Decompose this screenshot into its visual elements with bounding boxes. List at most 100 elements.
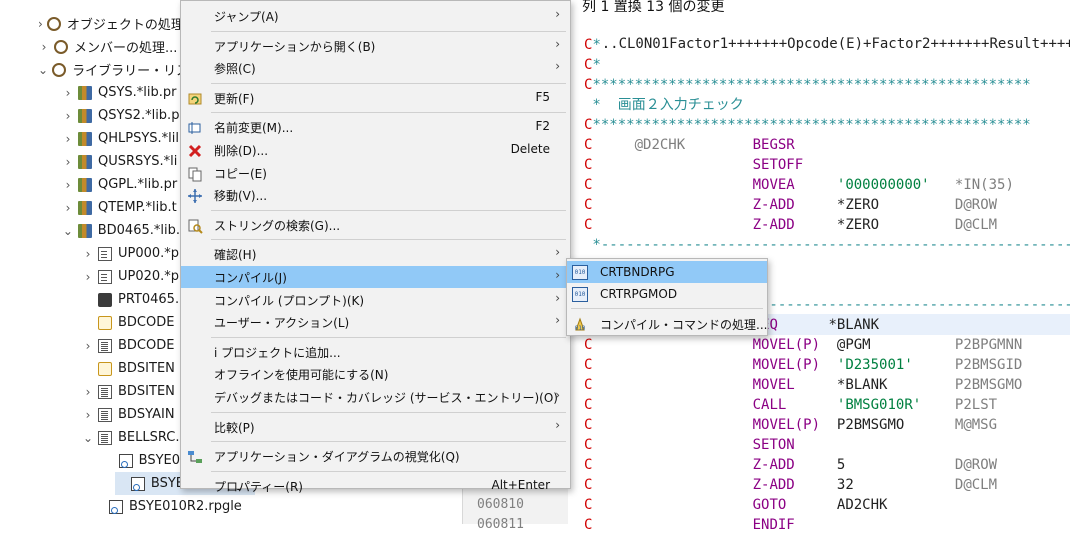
- menu-add-to-iproject[interactable]: i プロジェクトに追加...: [181, 341, 570, 363]
- code-line[interactable]: C Z-ADD *ZERO D@CLM: [584, 215, 997, 235]
- menu-properties[interactable]: プロパティー(R) Alt+Enter: [181, 475, 570, 497]
- expand-toggle-icon[interactable]: ›: [82, 385, 94, 399]
- menu-make-offline[interactable]: オフラインを使用可能にする(N): [181, 363, 570, 385]
- tree-item-label: BDCODE: [118, 338, 175, 353]
- tree-item-label: BD0465.*lib.: [97, 223, 180, 238]
- collapse-toggle-icon[interactable]: ⌄: [62, 224, 74, 238]
- expand-toggle-icon[interactable]: ›: [38, 40, 50, 54]
- code-line[interactable]: C MOVEL(P) @PGM P2BPGMNN: [584, 335, 1022, 355]
- code-line[interactable]: *---------------------------------------…: [584, 235, 1070, 255]
- submenu-item[interactable]: 010 コンパイル・コマンドの処理...: [567, 312, 767, 334]
- code-line[interactable]: C SETOFF: [584, 155, 803, 175]
- code-line[interactable]: C*: [584, 55, 601, 75]
- tree-item[interactable]: BSYE010R2.rpgle: [105, 495, 242, 518]
- collapse-toggle-icon[interactable]: ⌄: [38, 63, 48, 77]
- menu-move[interactable]: 移動(V)...: [181, 184, 570, 206]
- expand-toggle-icon[interactable]: ›: [82, 408, 94, 422]
- menu-open-with[interactable]: アプリケーションから開く(B) ›: [181, 35, 570, 57]
- expand-toggle-icon[interactable]: ›: [62, 178, 74, 192]
- tree-item[interactable]: › UP000.*p: [82, 242, 180, 265]
- tree-item[interactable]: PRT0465.: [82, 288, 180, 311]
- expand-toggle-icon[interactable]: ›: [82, 247, 94, 261]
- expand-toggle-icon[interactable]: ›: [82, 339, 94, 353]
- expand-toggle-icon[interactable]: ›: [62, 132, 74, 146]
- code-line[interactable]: C*: [584, 35, 601, 55]
- menu-visualize-diagram[interactable]: アプリケーション・ダイアグラムの視覚化(Q): [181, 445, 570, 467]
- code-token: ENDIF: [752, 517, 795, 533]
- tree-item[interactable]: ⌄ BD0465.*lib.: [62, 219, 180, 242]
- submenu-item[interactable]: 010 CRTBNDRPG: [567, 261, 767, 283]
- menu-user-actions[interactable]: ユーザー・アクション(L) ›: [181, 311, 570, 333]
- menu-refresh[interactable]: 更新(F) F5: [181, 87, 570, 109]
- code-line[interactable]: C GOTO AD2CHK: [584, 495, 887, 515]
- menu-browse[interactable]: 参照(C) ›: [181, 57, 570, 79]
- tree-item[interactable]: › QSYS.*lib.pr: [62, 81, 180, 104]
- menu-item-label: 更新(F): [214, 91, 255, 106]
- code-line[interactable]: C***************************************…: [584, 75, 1031, 95]
- submenu-item[interactable]: 010 CRTRPGMOD: [567, 283, 767, 305]
- menu-item-label: 参照(C): [214, 62, 256, 77]
- code-line[interactable]: C Z-ADD 5 D@ROW: [584, 455, 997, 475]
- tree-item[interactable]: › メンバーの処理...: [38, 35, 180, 58]
- menu-find-string[interactable]: ストリングの検索(G)...: [181, 214, 570, 236]
- expand-toggle-icon[interactable]: ›: [62, 201, 74, 215]
- expand-toggle-icon[interactable]: ›: [62, 109, 74, 123]
- source-file-icon: [98, 430, 112, 445]
- refresh-icon: [187, 91, 203, 107]
- code-line[interactable]: C ENDIF: [584, 515, 795, 535]
- tree-item[interactable]: › UP020.*p: [82, 265, 180, 288]
- menu-compile-prompt[interactable]: コンパイル (プロンプト)(K) ›: [181, 289, 570, 311]
- menu-copy[interactable]: コピー(E): [181, 162, 570, 184]
- context-menu[interactable]: ジャンプ(A) › アプリケーションから開く(B) › 参照(C) › 更新(F) F5 名前変…: [180, 0, 571, 494]
- code-line[interactable]: C MOVEL(P) 'D235001' P2BMSGID: [584, 355, 1022, 375]
- code-line[interactable]: C Z-ADD 32 D@CLM: [584, 475, 997, 495]
- tree-item-label: BDSYAIN: [118, 407, 175, 422]
- tree-item[interactable]: › QTEMP.*lib.t: [62, 196, 180, 219]
- tree-item[interactable]: ⌄ BELLSRC.: [82, 426, 180, 449]
- code-line[interactable]: C***************************************…: [584, 115, 1031, 135]
- expand-toggle-icon[interactable]: ›: [38, 17, 43, 31]
- menu-verify[interactable]: 確認(H) ›: [181, 243, 570, 265]
- expand-toggle-icon[interactable]: ›: [62, 155, 74, 169]
- tree-item[interactable]: BSYE0: [105, 449, 180, 472]
- menu-jump[interactable]: ジャンプ(A) ›: [181, 5, 570, 27]
- menu-delete[interactable]: 削除(D)... Delete: [181, 139, 570, 161]
- tree-item[interactable]: › オブジェクトの処理: [38, 12, 184, 35]
- source-file-icon: [98, 407, 112, 422]
- collapse-toggle-icon[interactable]: ⌄: [82, 431, 94, 445]
- code-token: '000000000': [836, 177, 930, 193]
- tree-item[interactable]: › QUSRSYS.*li: [62, 150, 180, 173]
- expand-toggle-icon[interactable]: ›: [82, 270, 94, 284]
- code-line[interactable]: * 画面２入力チェック: [584, 95, 744, 115]
- tree-item[interactable]: › QGPL.*lib.pr: [62, 173, 180, 196]
- diagram-icon: [187, 449, 203, 465]
- tree-item[interactable]: BDSITEN: [82, 357, 180, 380]
- library-icon: [78, 108, 92, 123]
- expand-toggle-icon[interactable]: ›: [62, 86, 74, 100]
- tree-item[interactable]: › QSYS2.*lib.p: [62, 104, 180, 127]
- code-line[interactable]: C MOVEA '000000000' *IN(35): [584, 175, 1014, 195]
- code-token: * 画面２入力チェック: [584, 97, 744, 113]
- tree-item[interactable]: ⌄ ライブラリー・リスト: [38, 58, 202, 81]
- tree-item[interactable]: › QHLPSYS.*lil: [62, 127, 180, 150]
- menu-compile[interactable]: コンパイル(J) ›: [181, 266, 570, 288]
- library-icon: [78, 200, 92, 215]
- compile-submenu[interactable]: 010 CRTBNDRPG 010 CRTRPGMOD 010 コンパイル・コマンドの処理…: [566, 258, 768, 336]
- code-line[interactable]: C MOVEL *BLANK P2BMSGMO: [584, 375, 1022, 395]
- code-line[interactable]: C SETON: [584, 435, 795, 455]
- code-line[interactable]: C CALL 'BMSG010R' P2LST: [584, 395, 997, 415]
- code-line[interactable]: C MOVEL(P) P2BMSGMO M@MSG: [584, 415, 997, 435]
- code-line[interactable]: C @D2CHK BEGSR: [584, 135, 795, 155]
- menu-compare[interactable]: 比較(P) ›: [181, 416, 570, 438]
- menu-rename[interactable]: 名前変更(M)... F2: [181, 116, 570, 138]
- tree-item[interactable]: › BDSYAIN: [82, 403, 180, 426]
- menu-debug[interactable]: デバッグまたはコード・カバレッジ (サービス・エントリー)(O) ›: [181, 386, 570, 408]
- tree-item[interactable]: › BDCODE: [82, 334, 180, 357]
- tree-item[interactable]: BDCODE: [82, 311, 180, 334]
- code-token: @PGM: [836, 337, 871, 353]
- tree-item[interactable]: › BDSITEN: [82, 380, 180, 403]
- tree-item-label: オブジェクトの処理: [66, 18, 184, 33]
- code-line[interactable]: C Z-ADD *ZERO D@ROW: [584, 195, 997, 215]
